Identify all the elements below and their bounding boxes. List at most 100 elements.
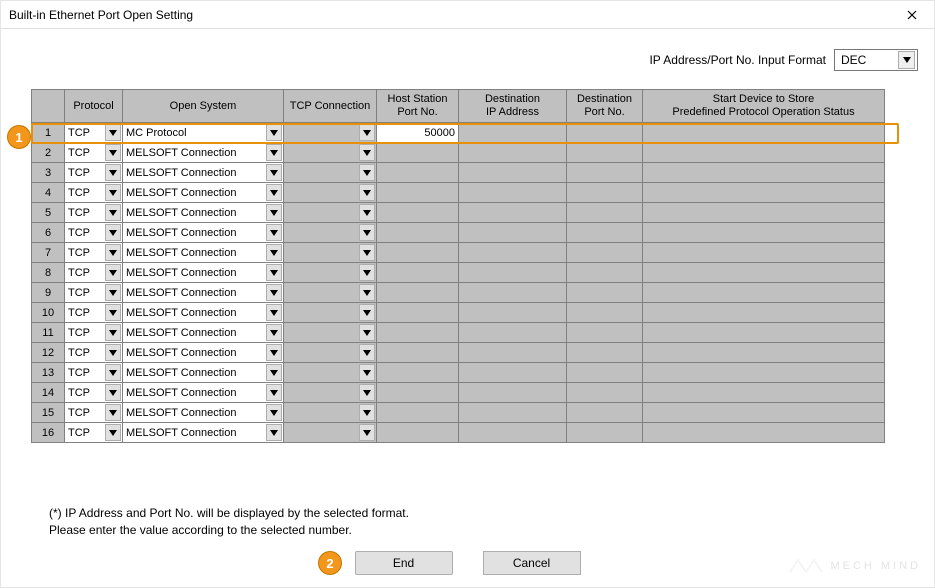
destination-ip-cell[interactable]: [459, 263, 567, 283]
host-port-cell[interactable]: [377, 183, 459, 203]
open-system-select[interactable]: MELSOFT Connection: [123, 323, 283, 342]
destination-port-cell[interactable]: [567, 343, 643, 363]
destination-port-cell[interactable]: [567, 263, 643, 283]
tcp-connection-select[interactable]: [284, 303, 376, 322]
destination-port-cell[interactable]: [567, 383, 643, 403]
open-system-select[interactable]: MELSOFT Connection: [123, 243, 283, 262]
start-device-cell[interactable]: [643, 383, 885, 403]
host-port-cell[interactable]: [377, 383, 459, 403]
open-system-select[interactable]: MELSOFT Connection: [123, 203, 283, 222]
open-system-select[interactable]: MELSOFT Connection: [123, 383, 283, 402]
destination-ip-cell[interactable]: [459, 283, 567, 303]
protocol-select[interactable]: TCP: [65, 183, 122, 202]
start-device-cell[interactable]: [643, 243, 885, 263]
open-system-select[interactable]: MELSOFT Connection: [123, 303, 283, 322]
destination-ip-cell[interactable]: [459, 203, 567, 223]
tcp-connection-select[interactable]: [284, 183, 376, 202]
start-device-cell[interactable]: [643, 343, 885, 363]
destination-port-cell[interactable]: [567, 363, 643, 383]
protocol-select[interactable]: TCP: [65, 303, 122, 322]
start-device-cell[interactable]: [643, 363, 885, 383]
tcp-connection-select[interactable]: [284, 323, 376, 342]
protocol-select[interactable]: TCP: [65, 403, 122, 422]
destination-ip-cell[interactable]: [459, 363, 567, 383]
open-system-select[interactable]: MELSOFT Connection: [123, 163, 283, 182]
start-device-cell[interactable]: [643, 303, 885, 323]
host-port-cell[interactable]: [377, 163, 459, 183]
destination-ip-cell[interactable]: [459, 383, 567, 403]
destination-port-cell[interactable]: [567, 423, 643, 443]
open-system-select[interactable]: MELSOFT Connection: [123, 363, 283, 382]
destination-port-cell[interactable]: [567, 283, 643, 303]
host-port-cell[interactable]: [377, 423, 459, 443]
host-port-cell[interactable]: [377, 403, 459, 423]
protocol-select[interactable]: TCP: [65, 203, 122, 222]
start-device-cell[interactable]: [643, 143, 885, 163]
protocol-select[interactable]: TCP: [65, 123, 122, 142]
destination-ip-cell[interactable]: [459, 343, 567, 363]
tcp-connection-select[interactable]: [284, 223, 376, 242]
destination-ip-cell[interactable]: [459, 323, 567, 343]
start-device-cell[interactable]: [643, 323, 885, 343]
destination-ip-cell[interactable]: [459, 403, 567, 423]
destination-ip-cell[interactable]: [459, 123, 567, 143]
open-system-select[interactable]: MELSOFT Connection: [123, 143, 283, 162]
protocol-select[interactable]: TCP: [65, 383, 122, 402]
start-device-cell[interactable]: [643, 283, 885, 303]
start-device-cell[interactable]: [643, 183, 885, 203]
destination-port-cell[interactable]: [567, 203, 643, 223]
destination-port-cell[interactable]: [567, 123, 643, 143]
open-system-select[interactable]: MELSOFT Connection: [123, 423, 283, 442]
open-system-select[interactable]: MELSOFT Connection: [123, 183, 283, 202]
destination-port-cell[interactable]: [567, 323, 643, 343]
host-port-cell[interactable]: [377, 283, 459, 303]
tcp-connection-select[interactable]: [284, 263, 376, 282]
protocol-select[interactable]: TCP: [65, 343, 122, 362]
open-system-select[interactable]: MC Protocol: [123, 123, 283, 142]
destination-ip-cell[interactable]: [459, 183, 567, 203]
tcp-connection-select[interactable]: [284, 403, 376, 422]
host-port-cell[interactable]: [377, 223, 459, 243]
destination-ip-cell[interactable]: [459, 423, 567, 443]
protocol-select[interactable]: TCP: [65, 263, 122, 282]
open-system-select[interactable]: MELSOFT Connection: [123, 283, 283, 302]
protocol-select[interactable]: TCP: [65, 363, 122, 382]
start-device-cell[interactable]: [643, 263, 885, 283]
destination-port-cell[interactable]: [567, 183, 643, 203]
open-system-select[interactable]: MELSOFT Connection: [123, 263, 283, 282]
destination-ip-cell[interactable]: [459, 303, 567, 323]
protocol-select[interactable]: TCP: [65, 323, 122, 342]
tcp-connection-select[interactable]: [284, 143, 376, 162]
host-port-cell[interactable]: [377, 263, 459, 283]
host-port-cell[interactable]: [377, 303, 459, 323]
start-device-cell[interactable]: [643, 423, 885, 443]
host-port-cell[interactable]: [377, 323, 459, 343]
start-device-cell[interactable]: [643, 223, 885, 243]
start-device-cell[interactable]: [643, 123, 885, 143]
open-system-select[interactable]: MELSOFT Connection: [123, 403, 283, 422]
close-button[interactable]: [892, 2, 932, 28]
destination-port-cell[interactable]: [567, 223, 643, 243]
host-port-cell[interactable]: [377, 203, 459, 223]
destination-ip-cell[interactable]: [459, 143, 567, 163]
end-button[interactable]: End: [355, 551, 453, 575]
destination-ip-cell[interactable]: [459, 163, 567, 183]
protocol-select[interactable]: TCP: [65, 223, 122, 242]
tcp-connection-select[interactable]: [284, 363, 376, 382]
format-select[interactable]: DEC: [834, 49, 918, 71]
start-device-cell[interactable]: [643, 203, 885, 223]
start-device-cell[interactable]: [643, 163, 885, 183]
host-port-cell[interactable]: [377, 363, 459, 383]
tcp-connection-select[interactable]: [284, 163, 376, 182]
protocol-select[interactable]: TCP: [65, 143, 122, 162]
tcp-connection-select[interactable]: [284, 203, 376, 222]
start-device-cell[interactable]: [643, 403, 885, 423]
open-system-select[interactable]: MELSOFT Connection: [123, 223, 283, 242]
destination-ip-cell[interactable]: [459, 223, 567, 243]
destination-port-cell[interactable]: [567, 403, 643, 423]
protocol-select[interactable]: TCP: [65, 163, 122, 182]
destination-port-cell[interactable]: [567, 163, 643, 183]
host-port-cell[interactable]: [377, 243, 459, 263]
host-port-cell[interactable]: [377, 343, 459, 363]
tcp-connection-select[interactable]: [284, 243, 376, 262]
